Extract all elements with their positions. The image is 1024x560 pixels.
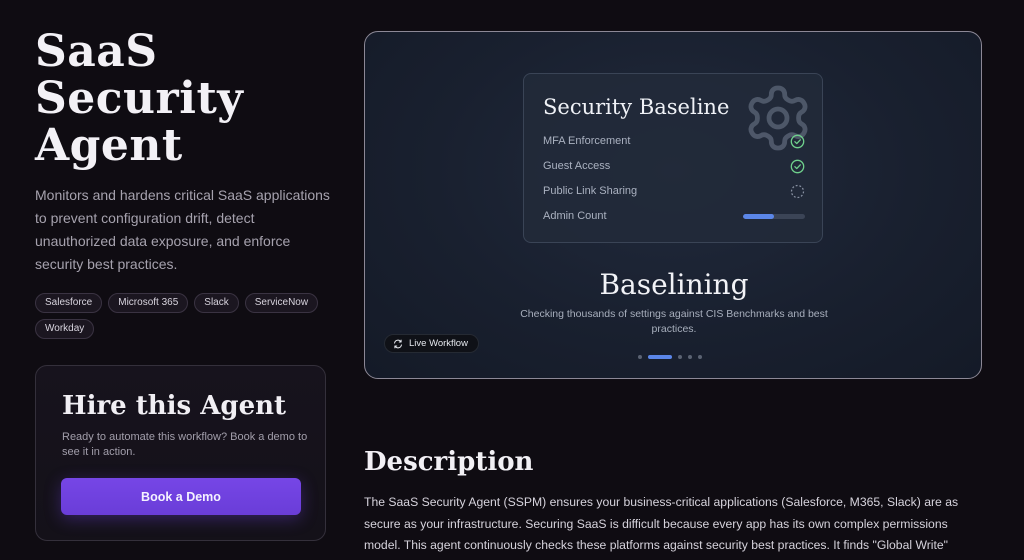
- page: SaaS Security Agent Monitors and hardens…: [0, 0, 1024, 560]
- baseline-card-title: Security Baseline: [543, 95, 730, 119]
- check-label: MFA Enforcement: [543, 135, 631, 147]
- check-circle-icon: [790, 159, 805, 173]
- dashed-circle-icon: [790, 184, 805, 198]
- live-badge-label: Live Workflow: [409, 338, 468, 349]
- check-row-admin-count: Admin Count: [543, 207, 805, 225]
- tag-servicenow[interactable]: ServiceNow: [244, 293, 319, 313]
- page-description: Monitors and hardens critical SaaS appli…: [35, 187, 330, 272]
- live-workflow-badge: Live Workflow: [384, 334, 479, 353]
- step-dot-5[interactable]: [698, 355, 702, 359]
- step-dot-2[interactable]: [648, 355, 672, 359]
- tag-workday[interactable]: Workday: [35, 319, 95, 339]
- tag-salesforce[interactable]: Salesforce: [35, 293, 103, 313]
- hire-card-subtitle: Ready to automate this workflow? Book a …: [62, 431, 308, 458]
- page-title: SaaS Security Agent: [35, 26, 244, 171]
- refresh-icon: [394, 339, 402, 348]
- book-demo-button[interactable]: Book a Demo: [61, 478, 301, 515]
- description-heading: Description: [364, 447, 534, 477]
- tag-slack[interactable]: Slack: [194, 293, 239, 313]
- check-label: Guest Access: [543, 160, 611, 172]
- check-label: Public Link Sharing: [543, 185, 638, 197]
- check-circle-icon: [790, 134, 805, 148]
- step-dot-1[interactable]: [638, 355, 642, 359]
- stage-description: Checking thousands of settings against C…: [520, 308, 828, 335]
- hire-card-title: Hire this Agent: [62, 391, 287, 421]
- progress-fill: [743, 213, 774, 219]
- admin-count-progress: [743, 213, 805, 219]
- step-dot-4[interactable]: [688, 355, 692, 359]
- workflow-preview: Security Baseline MFA Enforcement Guest …: [364, 31, 982, 379]
- check-row-guest-access: Guest Access: [543, 157, 805, 175]
- step-dot-3[interactable]: [678, 355, 682, 359]
- stage-title: Baselining: [599, 268, 749, 301]
- app-tags: Salesforce Microsoft 365 Slack ServiceNo…: [35, 293, 335, 339]
- description-body: The SaaS Security Agent (SSPM) ensures y…: [364, 495, 959, 560]
- check-label: Admin Count: [543, 210, 607, 222]
- hire-agent-card: Hire this Agent Ready to automate this w…: [35, 365, 326, 541]
- step-indicator: [638, 354, 702, 360]
- security-baseline-card: Security Baseline MFA Enforcement Guest …: [523, 73, 823, 243]
- check-row-mfa: MFA Enforcement: [543, 132, 805, 150]
- check-row-public-link-sharing: Public Link Sharing: [543, 182, 805, 200]
- tag-microsoft-365[interactable]: Microsoft 365: [108, 293, 189, 313]
